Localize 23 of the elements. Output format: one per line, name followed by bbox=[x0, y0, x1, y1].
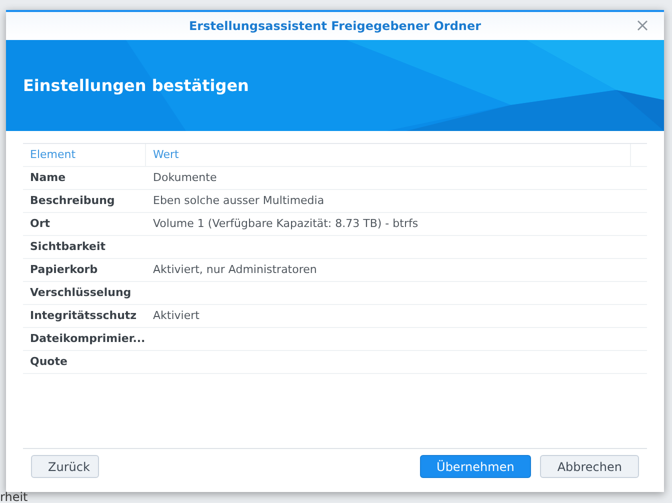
table-cell-text: Ort bbox=[29, 216, 52, 232]
table-cell-text: Verschlüsselung bbox=[29, 284, 132, 301]
back-button[interactable]: Zurück bbox=[31, 455, 99, 478]
window-title: Erstellungsassistent Freigegebener Ordner bbox=[188, 18, 482, 35]
page-heading: Einstellungen bestätigen bbox=[23, 74, 249, 96]
close-icon[interactable] bbox=[637, 20, 648, 31]
table-cell-text: Aktiviert, nur Administratoren bbox=[152, 262, 318, 278]
table-cell-text: Volume 1 (Verfügbare Kapazität: 8.73 TB) - btrfs bbox=[152, 216, 420, 232]
column-header[interactable]: Element bbox=[23, 144, 146, 166]
apply-button[interactable]: Übernehmen bbox=[420, 455, 532, 478]
table-cell-text: Papierkorb bbox=[29, 262, 99, 278]
table-cell-text: Integritätsschutz bbox=[29, 308, 138, 324]
column-header[interactable]: Wert bbox=[146, 144, 631, 166]
table-cell-text: Quote bbox=[29, 354, 68, 370]
table-cell-text: Eben solche ausser Multimedia bbox=[152, 192, 326, 209]
cancel-button[interactable]: Abbrechen bbox=[540, 455, 639, 478]
table-cell-text: Beschreibung bbox=[29, 192, 116, 209]
table-cell-text: Sichtbarkeit bbox=[29, 238, 107, 255]
background-text: rheit bbox=[0, 492, 29, 503]
table-cell-text: Aktiviert bbox=[152, 308, 200, 324]
table-cell-text: Dokumente bbox=[152, 170, 218, 186]
table-cell-text: Dateikomprimier... bbox=[29, 330, 146, 347]
table-cell-text: Name bbox=[29, 170, 67, 186]
